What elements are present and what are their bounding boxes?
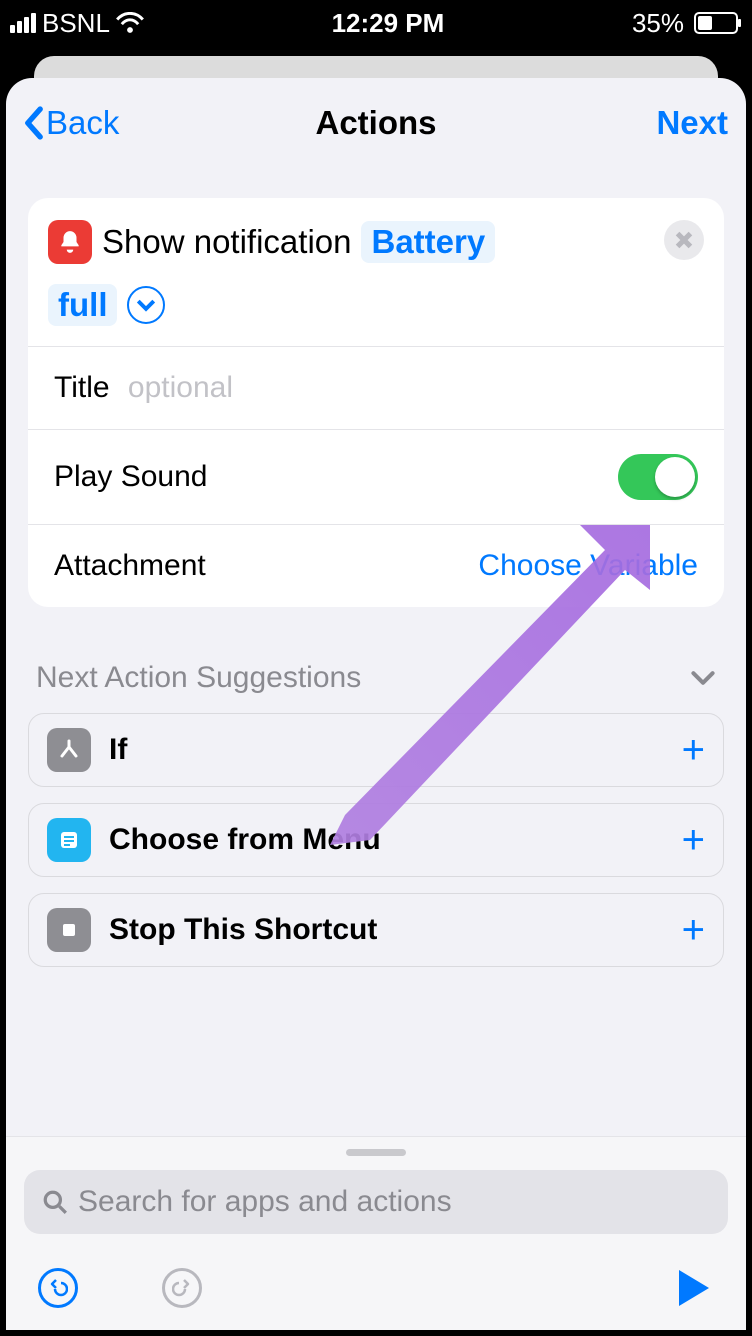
search-icon	[42, 1189, 68, 1215]
title-label: Title	[54, 371, 110, 404]
chevron-down-icon	[690, 670, 716, 686]
attachment-label: Attachment	[54, 549, 206, 583]
play-icon	[679, 1270, 709, 1306]
suggestions-header[interactable]: Next Action Suggestions	[28, 607, 724, 713]
branch-icon	[47, 728, 91, 772]
plus-icon[interactable]: +	[682, 910, 705, 950]
redo-button	[160, 1266, 204, 1310]
suggestion-stop-shortcut[interactable]: Stop This Shortcut +	[28, 893, 724, 967]
status-bar: BSNL 12:29 PM 35%	[0, 0, 752, 46]
suggestion-label: Choose from Menu	[109, 823, 381, 857]
notification-app-icon	[48, 220, 92, 264]
signal-bars-icon	[10, 13, 36, 33]
play-sound-row: Play Sound	[28, 429, 724, 524]
chevron-down-icon	[137, 296, 155, 314]
search-placeholder: Search for apps and actions	[78, 1185, 452, 1219]
suggestion-choose-menu[interactable]: Choose from Menu +	[28, 803, 724, 877]
action-text: Show notification	[102, 223, 351, 261]
clock: 12:29 PM	[332, 8, 445, 39]
wifi-icon	[116, 12, 144, 34]
undo-icon	[48, 1278, 68, 1298]
suggestion-if[interactable]: If +	[28, 713, 724, 787]
attachment-row[interactable]: Attachment Choose Variable	[28, 524, 724, 607]
remove-action-button[interactable]	[664, 220, 704, 260]
plus-icon[interactable]: +	[682, 820, 705, 860]
action-card: Show notification Battery full Title opt…	[28, 198, 724, 607]
chevron-left-icon	[24, 106, 44, 140]
close-icon	[675, 231, 693, 249]
undo-button[interactable]	[36, 1266, 80, 1310]
menu-icon	[47, 818, 91, 862]
action-param-1[interactable]: Battery	[361, 221, 495, 263]
back-button[interactable]: Back	[24, 104, 119, 142]
search-input[interactable]: Search for apps and actions	[24, 1170, 728, 1234]
redo-icon	[172, 1278, 192, 1298]
expand-options-button[interactable]	[127, 286, 165, 324]
drag-handle[interactable]	[346, 1149, 406, 1156]
title-placeholder: optional	[128, 371, 233, 404]
carrier-label: BSNL	[42, 8, 110, 39]
next-button[interactable]: Next	[656, 104, 728, 142]
title-row[interactable]: Title optional	[28, 346, 724, 429]
run-button[interactable]	[672, 1266, 716, 1310]
suggestion-label: Stop This Shortcut	[109, 913, 377, 947]
suggestions-title: Next Action Suggestions	[36, 661, 361, 695]
suggestion-label: If	[109, 733, 127, 767]
plus-icon[interactable]: +	[682, 730, 705, 770]
stop-icon	[47, 908, 91, 952]
battery-icon	[690, 12, 738, 34]
play-sound-label: Play Sound	[54, 460, 207, 494]
action-param-2[interactable]: full	[48, 284, 117, 326]
back-label: Back	[46, 104, 119, 142]
attachment-value[interactable]: Choose Variable	[478, 549, 698, 583]
battery-pct: 35%	[632, 8, 684, 39]
play-sound-toggle[interactable]	[618, 454, 698, 500]
